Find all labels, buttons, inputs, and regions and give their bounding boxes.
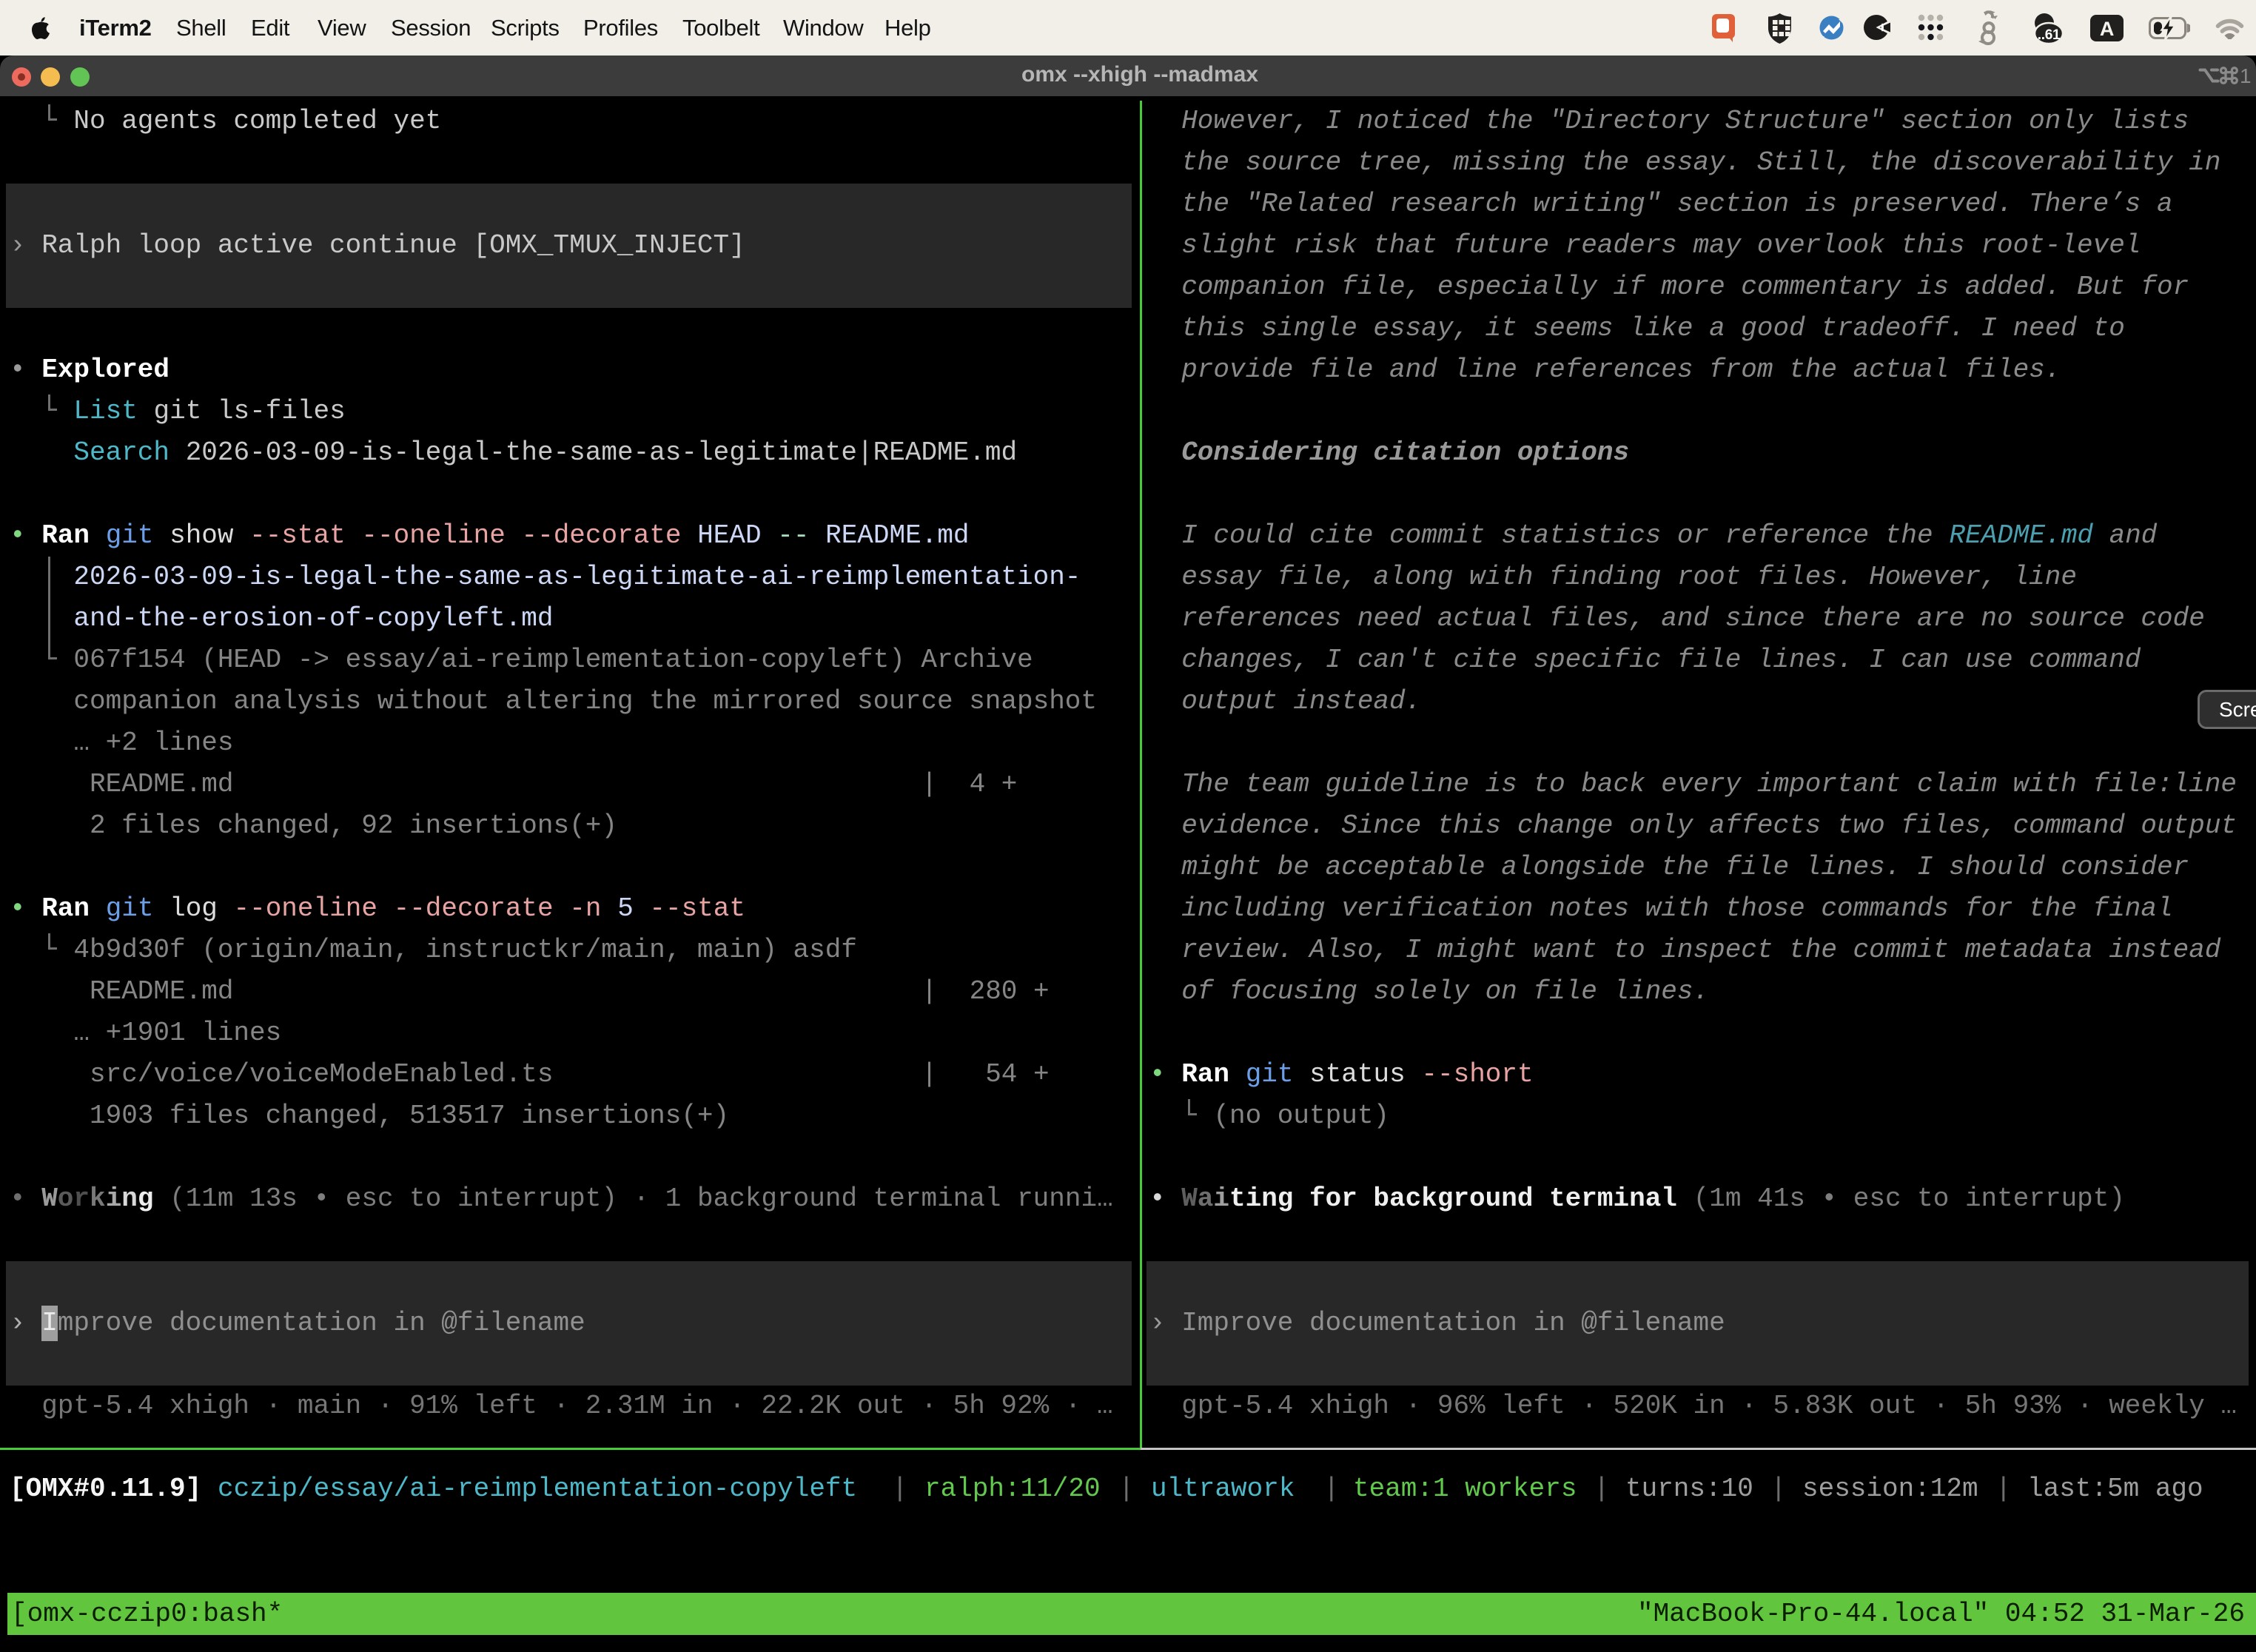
svg-text:..61: ..61 — [2038, 27, 2061, 43]
svg-text:A: A — [2100, 18, 2114, 40]
